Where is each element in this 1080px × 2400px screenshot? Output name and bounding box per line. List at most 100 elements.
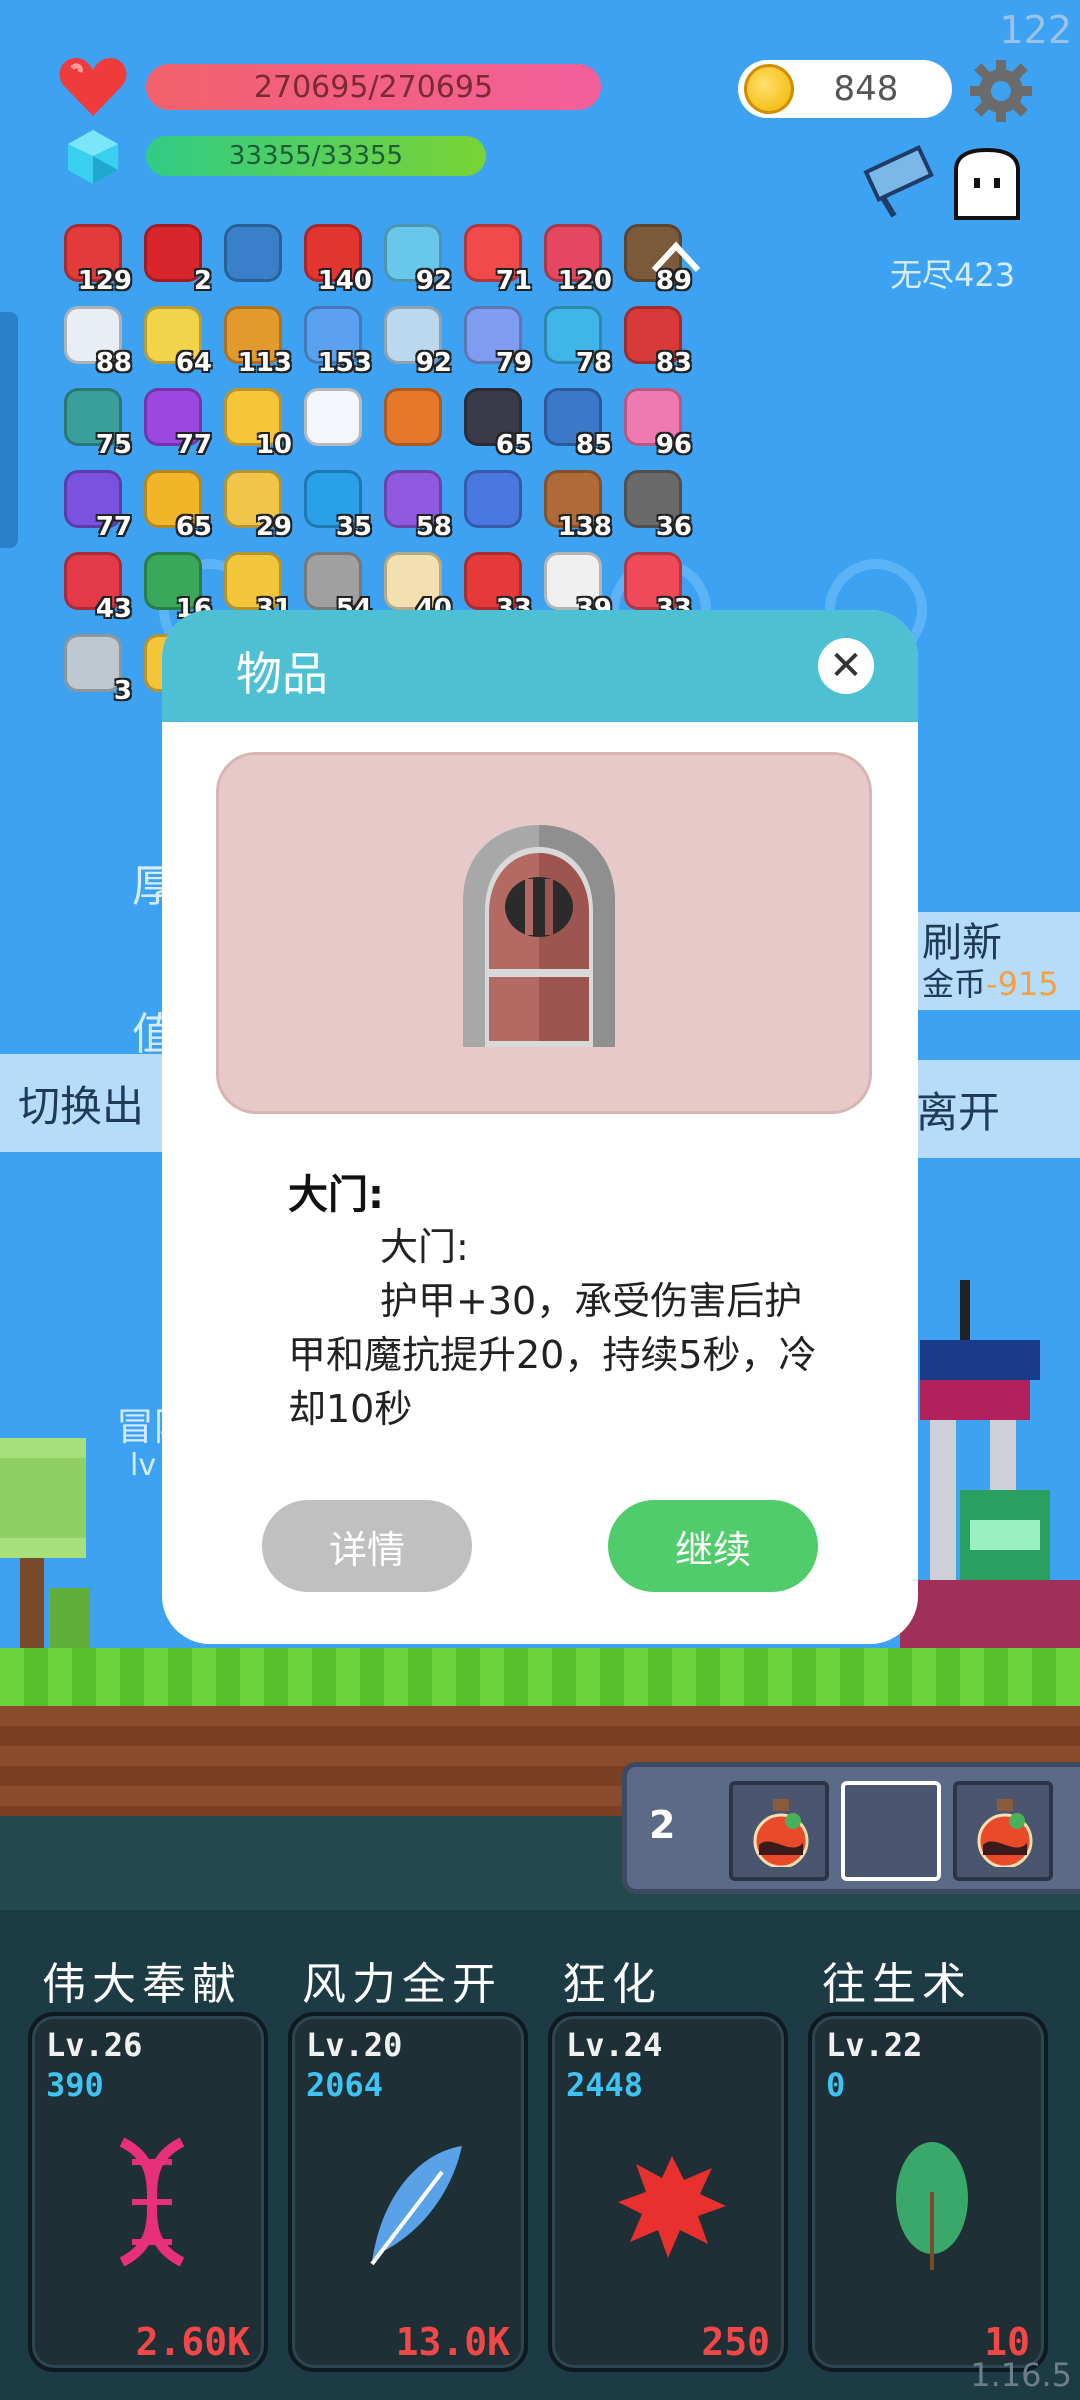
- inventory-item[interactable]: [300, 384, 372, 456]
- skill-card[interactable]: Lv.22 0 10: [808, 2012, 1048, 2372]
- inventory-item[interactable]: 36: [620, 466, 692, 542]
- item-count: 2: [193, 266, 212, 296]
- inventory-item[interactable]: 77: [60, 466, 132, 542]
- detail-button[interactable]: 详情: [262, 1500, 472, 1592]
- inventory-item[interactable]: 92: [380, 302, 452, 378]
- item-count: 83: [655, 348, 692, 378]
- tarot-card-icon: [464, 470, 522, 528]
- heart-icon: [59, 58, 127, 116]
- refresh-label: 刷新: [922, 920, 1002, 966]
- inventory-item[interactable]: 35: [300, 466, 372, 542]
- item-count: 65: [495, 430, 532, 460]
- inventory-item[interactable]: [220, 220, 292, 292]
- chevron-up-icon[interactable]: [648, 236, 704, 276]
- version-label: 1.16.5: [970, 2356, 1072, 2394]
- potion-slot[interactable]: [729, 1781, 829, 1881]
- inventory-item[interactable]: 43: [60, 548, 132, 624]
- inventory-item[interactable]: 83: [620, 302, 692, 378]
- inventory-item[interactable]: 153: [300, 302, 372, 378]
- item-dialog: 物品 ✕ 大门: 大门: 护甲+30，承受伤害后护甲和魔抗提升20，持续5秒，冷…: [162, 610, 918, 1644]
- flag-icon[interactable]: [860, 140, 940, 220]
- inventory-item[interactable]: 140: [300, 220, 372, 296]
- inventory-item[interactable]: 78: [540, 302, 612, 378]
- item-count: 58: [415, 512, 452, 542]
- inventory-item[interactable]: 129: [60, 220, 132, 296]
- refresh-cost: -915: [986, 965, 1059, 1003]
- inventory-item[interactable]: 79: [460, 302, 532, 378]
- dialog-title: 物品: [236, 647, 328, 701]
- inventory-item[interactable]: 3: [60, 630, 132, 706]
- inventory-item[interactable]: 77: [140, 384, 212, 460]
- leave-button-label: 离开: [916, 1087, 1001, 1137]
- wing-icon: [304, 388, 362, 446]
- item-count: 29: [255, 512, 292, 542]
- inventory-item[interactable]: 58: [380, 466, 452, 542]
- item-count: 64: [175, 348, 212, 378]
- switch-button[interactable]: 切换出: [0, 1054, 170, 1152]
- skill-card[interactable]: Lv.20 2064 13.0K: [288, 2012, 528, 2372]
- inventory-item[interactable]: [380, 384, 452, 456]
- item-count: 92: [415, 348, 452, 378]
- detail-button-label: 详情: [328, 1527, 405, 1572]
- inventory-item[interactable]: 96: [620, 384, 692, 460]
- potion-slot[interactable]: [841, 1781, 941, 1881]
- item-count: 35: [335, 512, 372, 542]
- inventory-item[interactable]: [460, 466, 532, 538]
- inventory-item[interactable]: 75: [60, 384, 132, 460]
- inventory-item[interactable]: 120: [540, 220, 612, 296]
- close-button[interactable]: ✕: [818, 638, 874, 694]
- orange-potion-icon: [384, 388, 442, 446]
- item-count: 113: [237, 348, 292, 378]
- skill-value: 0: [826, 2066, 846, 2104]
- side-drawer-tab[interactable]: [0, 312, 18, 548]
- item-description: 大门: 护甲+30，承受伤害后护甲和魔抗提升20，持续5秒，冷却10秒: [288, 1220, 818, 1436]
- mana-gem-icon: [68, 130, 118, 184]
- item-count: 65: [175, 512, 212, 542]
- item-image-frame: [216, 752, 872, 1114]
- continue-button[interactable]: 继续: [608, 1500, 818, 1592]
- fps-counter: 122: [999, 8, 1072, 52]
- magnifier-icon: [224, 224, 282, 282]
- item-count: 77: [175, 430, 212, 460]
- potion-slot-bar: 2: [622, 1762, 1080, 1894]
- skill-card[interactable]: Lv.26 390 2.60K: [28, 2012, 268, 2372]
- feather-icon: [370, 2146, 462, 2266]
- leave-button[interactable]: 离开: [906, 1060, 1080, 1158]
- close-icon: ✕: [829, 643, 863, 689]
- skill-level: Lv.22: [826, 2026, 923, 2064]
- inventory-item[interactable]: 65: [140, 466, 212, 542]
- switch-button-label: 切换出: [18, 1081, 145, 1131]
- skill-card[interactable]: Lv.24 2448 250: [548, 2012, 788, 2372]
- inventory-item[interactable]: 138: [540, 466, 612, 542]
- inventory-item[interactable]: 65: [460, 384, 532, 460]
- blood-splat-icon: [618, 2156, 726, 2258]
- inventory-item[interactable]: 71: [460, 220, 532, 296]
- gear-icon[interactable]: [968, 58, 1034, 124]
- tower-sprite: [900, 1280, 1080, 1650]
- inventory-item[interactable]: 10: [220, 384, 292, 460]
- skill-name: 伟大奉献: [42, 1959, 242, 2010]
- inventory-item[interactable]: 64: [140, 302, 212, 378]
- inventory-item[interactable]: 92: [380, 220, 452, 296]
- item-description-line2: 护甲+30，承受伤害后护甲和魔抗提升20，持续5秒，冷却10秒: [288, 1279, 817, 1431]
- inventory-item[interactable]: 2: [140, 220, 212, 296]
- leaf-icon: [896, 2142, 968, 2270]
- inventory-item[interactable]: 113: [220, 302, 292, 378]
- item-count: 75: [95, 430, 132, 460]
- slot-count: 2: [649, 1803, 676, 1847]
- inventory-item[interactable]: 88: [60, 302, 132, 378]
- item-count: 96: [655, 430, 692, 460]
- skill-cost: 2.60K: [135, 2320, 250, 2364]
- refresh-button[interactable]: 刷新 金币-915: [900, 912, 1080, 1010]
- inventory-item[interactable]: 29: [220, 466, 292, 542]
- skill-level: Lv.24: [566, 2026, 663, 2064]
- skill-value: 390: [46, 2066, 104, 2104]
- dna-icon: [119, 2137, 185, 2267]
- skill-cost: 250: [701, 2320, 770, 2364]
- inventory-item[interactable]: 85: [540, 384, 612, 460]
- ghost-icon[interactable]: [950, 148, 1024, 220]
- item-count: 77: [95, 512, 132, 542]
- skill-level: Lv.20: [306, 2026, 403, 2064]
- potion-slot[interactable]: [953, 1781, 1053, 1881]
- item-count: 140: [317, 266, 372, 296]
